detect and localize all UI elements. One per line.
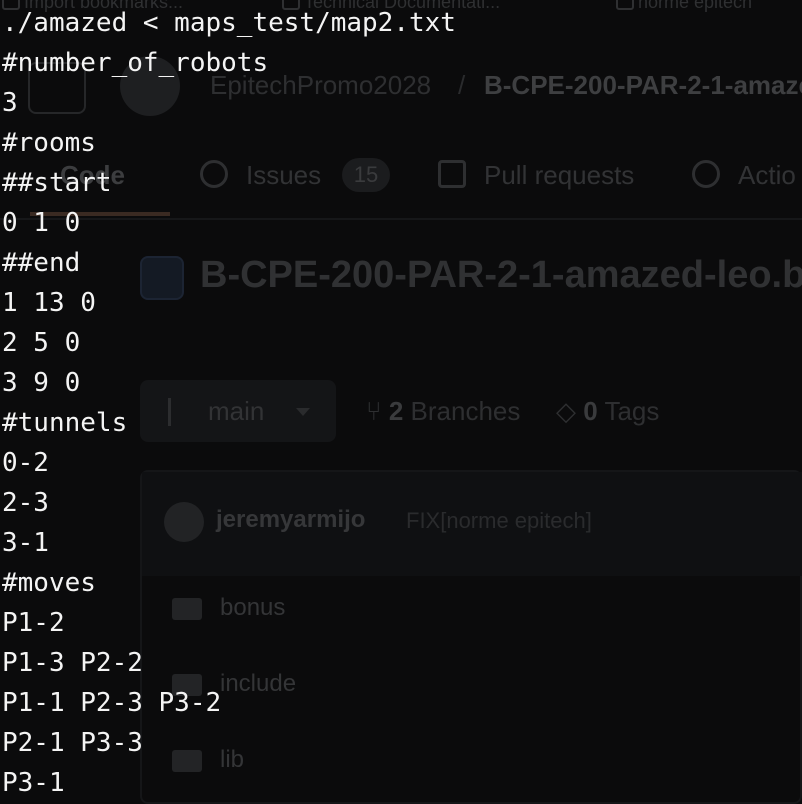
actions-icon (692, 160, 720, 188)
tab-pull-requests[interactable]: Pull requests (484, 160, 634, 191)
breadcrumb-separator: / (458, 70, 466, 100)
terminal-line: P1-2 (2, 608, 65, 638)
terminal-line: #rooms (2, 128, 96, 158)
terminal-line: P1-3 P2-2 (2, 648, 143, 678)
terminal-command-line: ./amazed < maps_test/map2.txt (2, 8, 456, 38)
terminal-line: 2-3 (2, 488, 49, 518)
terminal-line: #moves (2, 568, 96, 598)
terminal-output[interactable]: ./amazed < maps_test/map2.txt #number_of_… (2, 3, 456, 803)
bookmark-norme[interactable]: norme epitech (616, 0, 752, 13)
terminal-line: 3 (2, 88, 18, 118)
tags-link[interactable]: ◇ 0 Tags (556, 396, 659, 427)
tab-actions[interactable]: Actio (738, 160, 796, 191)
terminal-line: P1-1 P2-3 P3-2 (2, 688, 222, 718)
terminal-line: 1 13 0 (2, 288, 96, 318)
terminal-line: 3 9 0 (2, 368, 81, 398)
terminal-line: ##start (2, 168, 112, 198)
terminal-line: P2-1 P3-3 (2, 728, 143, 758)
breadcrumb-repo[interactable]: B-CPE-200-PAR-2-1-amaze (484, 70, 802, 101)
terminal-line: #number_of_robots (2, 48, 269, 78)
bookmark-icon (616, 0, 634, 10)
terminal-line: 0-2 (2, 448, 49, 478)
terminal-line: P3-1 (2, 768, 65, 798)
terminal-line: 2 5 0 (2, 328, 81, 358)
tag-icon: ◇ (556, 396, 584, 426)
terminal-line: 0 1 0 (2, 208, 81, 238)
terminal-line: #tunnels (2, 408, 128, 438)
terminal-line: 3-1 (2, 528, 49, 558)
terminal-line: ##end (2, 248, 81, 278)
